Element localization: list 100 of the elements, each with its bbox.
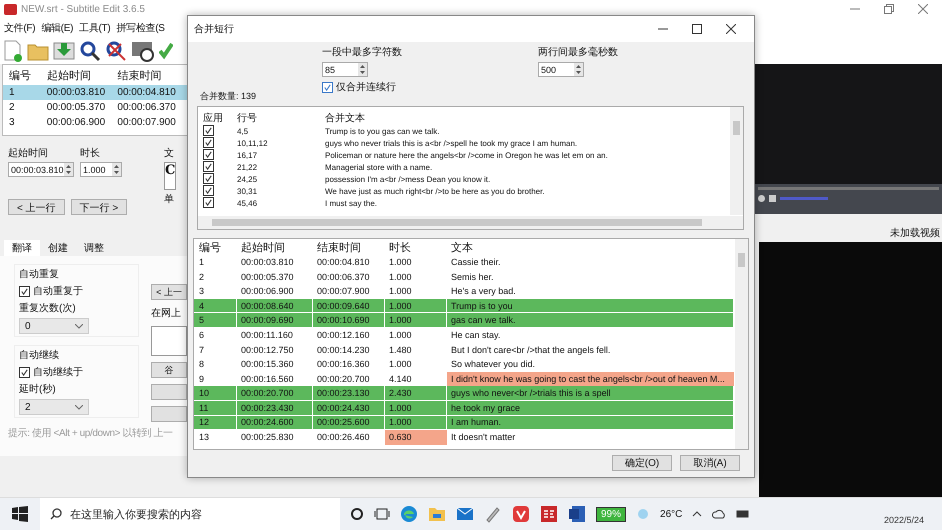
tab[interactable]: 翻译 — [4, 240, 40, 256]
column-header[interactable]: 编号 — [3, 68, 47, 82]
dropdown[interactable]: 2 — [19, 399, 89, 415]
dialog-title: 合并短行 — [194, 22, 234, 36]
check-icon[interactable] — [159, 40, 173, 62]
checkbox[interactable] — [203, 136, 214, 148]
menu-item[interactable]: 编辑(E) — [41, 21, 74, 35]
checkbox[interactable] — [203, 196, 214, 208]
battery-icon[interactable] — [736, 510, 750, 518]
spinner-icon[interactable] — [574, 63, 583, 76]
tab[interactable]: 调整 — [76, 240, 112, 256]
vivaldi-icon[interactable] — [512, 505, 530, 523]
dialog-button[interactable]: 取消(A) — [680, 455, 740, 471]
column-header[interactable]: 结束时间 — [313, 239, 385, 255]
table-row[interactable]: 7 00:00:12.750 00:00:14.230 1.480 But I don't care<br />that the angels fell. — [194, 342, 734, 358]
subtitle-row[interactable]: 1 00:00:03.810 00:00:04.810 — [3, 85, 187, 100]
scrollbar[interactable] — [735, 239, 748, 449]
new-file-icon[interactable] — [3, 40, 23, 62]
menu-item[interactable]: 文件(F) — [4, 21, 36, 35]
caret-icon[interactable] — [75, 324, 83, 328]
restore-icon[interactable] — [884, 4, 894, 14]
text-box[interactable]: C — [164, 162, 176, 190]
checkbox[interactable]: 仅合并连续行 — [322, 80, 538, 94]
table-row[interactable]: 13 00:00:25.830 00:00:26.460 0.630 It doesn't matter — [194, 430, 734, 445]
column-header[interactable]: 时长 — [385, 239, 447, 255]
checkbox[interactable] — [203, 184, 214, 196]
column-header[interactable]: 起始时间 — [46, 68, 118, 82]
column-header[interactable]: 行号 — [237, 111, 325, 125]
subtitle-row[interactable]: 2 00:00:05.370 00:00:06.370 — [3, 100, 187, 115]
table-row[interactable]: 6 00:00:11.160 00:00:12.160 1.000 He can stay. — [194, 328, 734, 343]
cloud-icon[interactable] — [712, 509, 726, 519]
replace-icon[interactable] — [105, 40, 127, 62]
close-icon[interactable] — [726, 24, 736, 34]
menu-item[interactable]: 工具(T) — [79, 21, 110, 35]
table-row[interactable]: 11 00:00:23.430 00:00:24.430 1.000 he took my grace — [194, 400, 734, 416]
table-cell-text: 21,22 — [237, 162, 258, 172]
table-row[interactable]: 2 00:00:05.370 00:00:06.370 1.000 Semis her. — [194, 270, 734, 284]
google-button[interactable]: 谷 — [151, 362, 187, 378]
menu-item[interactable]: 拼写检查(S — [116, 21, 165, 35]
spinner-icon[interactable] — [64, 163, 73, 176]
dialog-button[interactable]: 确定(O) — [612, 455, 672, 471]
column-header[interactable]: 合并文本 — [325, 111, 715, 125]
table-row[interactable]: 5 00:00:09.690 00:00:10.690 1.000 gas can we talk. — [194, 313, 734, 328]
merge-count: 合并数量: 139 — [200, 90, 256, 103]
table-row[interactable]: 4 00:00:08.640 00:00:09.640 1.000 Trump is to you — [194, 298, 734, 314]
film-clock-icon[interactable] — [131, 40, 155, 62]
group-title: 自动重复 — [19, 268, 60, 281]
table-row[interactable]: 3 00:00:06.900 00:00:07.900 1.000 He's a very bad. — [194, 284, 734, 299]
download-icon[interactable] — [53, 40, 75, 62]
checkbox[interactable]: 自动继续于 — [19, 365, 134, 379]
temperature-text[interactable]: 26°C — [660, 508, 682, 520]
table-row[interactable]: 10 00:00:20.700 00:00:23.130 2.430 guys who never<br />trials this is a spell — [194, 386, 734, 401]
spinner-icon[interactable] — [358, 63, 367, 76]
max-gap-field[interactable]: 500 — [538, 62, 584, 77]
table-row[interactable]: 12 00:00:24.600 00:00:25.600 1.000 I am human. — [194, 416, 734, 430]
caret-icon[interactable] — [75, 404, 83, 410]
field-label: 在网上 — [151, 306, 181, 320]
mail-icon[interactable] — [456, 507, 474, 521]
taskbar-search-field[interactable]: 在这里输入你要搜索的内容 — [40, 498, 340, 530]
scrollbar[interactable] — [198, 216, 743, 229]
file-explorer-icon[interactable] — [428, 506, 446, 522]
search-icon[interactable] — [79, 40, 101, 62]
checkbox-icon[interactable] — [19, 366, 30, 378]
checkbox[interactable] — [203, 172, 214, 184]
checkbox[interactable] — [203, 148, 214, 160]
tab[interactable]: 创建 — [40, 240, 76, 256]
previous-button[interactable]: < 上一 — [151, 284, 187, 300]
cortana-icon[interactable] — [350, 507, 364, 521]
start-time-field[interactable]: 00:00:03.810 — [8, 162, 74, 177]
subtitle-edit-icon[interactable] — [540, 505, 558, 523]
table-row[interactable]: 1 00:00:03.810 00:00:04.810 1.000 Cassie their. — [194, 255, 734, 270]
maximize-icon[interactable] — [692, 24, 702, 34]
pen-icon[interactable] — [484, 505, 502, 523]
edge-browser-icon[interactable] — [400, 505, 418, 523]
column-header[interactable]: 文本 — [447, 239, 734, 255]
column-header[interactable]: 结束时间 — [117, 68, 187, 82]
spinner-icon[interactable] — [112, 163, 121, 176]
dropdown[interactable]: 0 — [19, 318, 89, 334]
chevron-up-icon[interactable] — [692, 511, 702, 517]
word-icon[interactable] — [568, 505, 586, 523]
column-header[interactable]: 编号 — [194, 239, 237, 255]
taskbar-date[interactable]: 2022/5/24 — [884, 503, 942, 525]
next-line-button[interactable]: 下一行 > — [70, 199, 128, 215]
field-label: 时长 — [80, 146, 101, 160]
column-header[interactable]: 应用 — [203, 111, 237, 125]
text-area[interactable] — [151, 326, 187, 356]
windows-start-icon[interactable] — [12, 506, 28, 522]
checkbox[interactable] — [203, 160, 214, 172]
column-header[interactable]: 起始时间 — [237, 239, 313, 255]
task-view-icon[interactable] — [374, 507, 390, 521]
previous-line-button[interactable]: < 上一行 — [8, 199, 65, 215]
max-chars-field[interactable]: 85 — [322, 62, 368, 77]
checkbox[interactable]: 自动重复于 — [19, 284, 134, 298]
checkbox-icon[interactable] — [19, 286, 30, 296]
scrollbar[interactable] — [730, 107, 743, 215]
subtitle-row[interactable]: 3 00:00:06.900 00:00:07.900 — [3, 115, 187, 130]
duration-field[interactable]: 1.000 — [80, 162, 122, 177]
table-row[interactable]: 8 00:00:15.360 00:00:16.360 1.000 So whatever you did. — [194, 357, 734, 372]
checkbox-icon[interactable] — [322, 82, 333, 92]
checkbox[interactable] — [203, 124, 214, 136]
